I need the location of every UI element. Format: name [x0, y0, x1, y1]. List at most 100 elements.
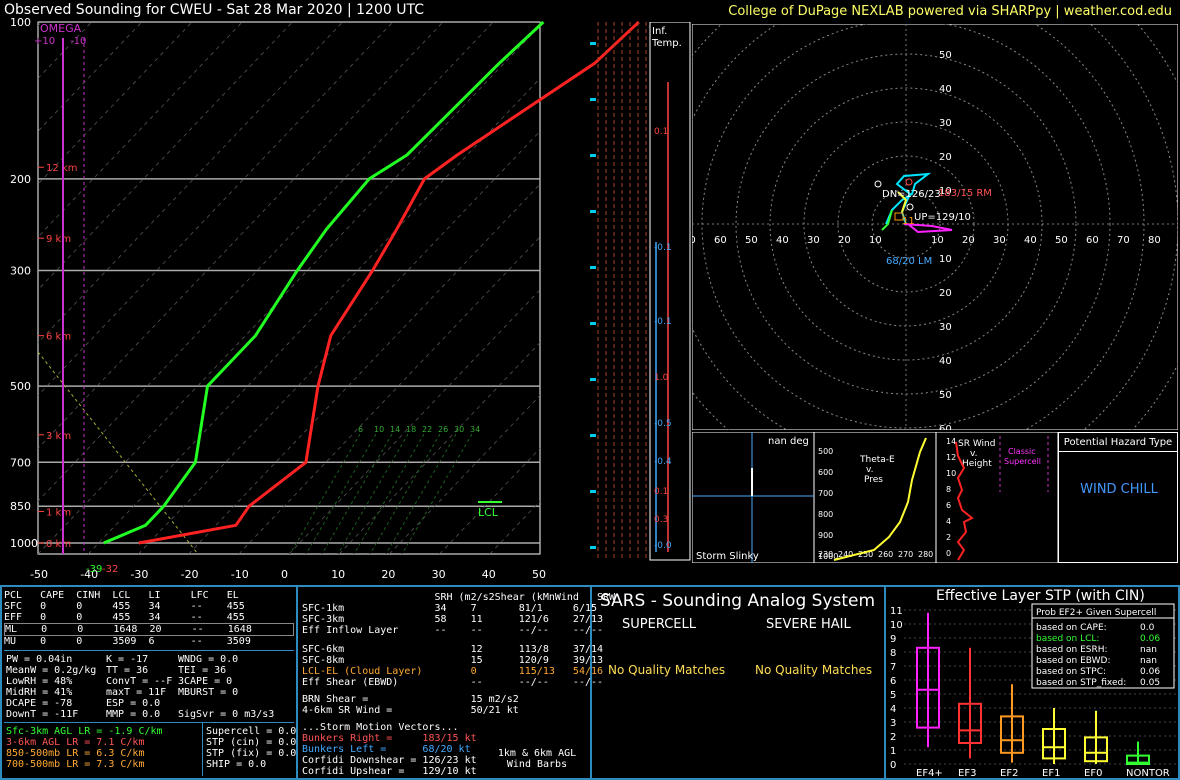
- hodo-axis-label: 10: [869, 235, 882, 246]
- prob-row-value: 0.06: [1140, 634, 1160, 644]
- thermo-value: K = -17: [106, 654, 149, 665]
- sr-h-tick: 14: [946, 437, 956, 446]
- parcel-header: PCL CAPE CINH LCL LI LFC EL: [4, 590, 257, 601]
- pressure-tick: 100: [10, 18, 31, 29]
- pressure-tick: 200: [10, 173, 31, 186]
- height-label: 6 km: [46, 332, 71, 343]
- hodograph: 1010202030304040505060607060504030201010…: [692, 24, 1178, 430]
- sars-hail: SEVERE HAIL: [766, 617, 851, 632]
- hazard-title: Potential Hazard Type: [1059, 433, 1177, 452]
- height-label: 0 km: [46, 539, 71, 550]
- theta-t-tick: 270: [898, 550, 913, 559]
- kin-row: SFC-6km 12 113/8 37/14: [302, 644, 604, 655]
- prob-row-value: 0.06: [1140, 667, 1160, 677]
- thermo-right: WNDG = 0.0 TEI = 36 3CAPE = 0 MBURST = 0 Si…: [178, 654, 274, 720]
- isotherm: [38, 22, 293, 291]
- thermo-value: ESP = 0.0: [106, 698, 161, 709]
- prob-row-label: based on EBWD:: [1036, 656, 1111, 666]
- hodo-axis-label: 20: [962, 235, 975, 246]
- sr-wind-title-2: v.: [970, 449, 978, 459]
- thermo-value: LowRH = 48%: [6, 676, 73, 687]
- inf-temp-value: 0.1: [654, 487, 668, 497]
- sr-h-tick: 2: [946, 533, 951, 542]
- index-value: STP (cin) = 0.0: [206, 737, 297, 748]
- prob-row-label: based on CAPE:: [1036, 623, 1107, 633]
- thermo-value: [178, 698, 274, 709]
- prob-row-value: nan: [1140, 656, 1157, 666]
- wind-barb-marker: [590, 42, 596, 45]
- pressure-tick: 500: [10, 380, 31, 393]
- kin-row: Eff Inflow Layer -- -- --/-- --/--: [302, 625, 604, 636]
- prob-row-label: based on ESRH:: [1036, 645, 1108, 655]
- omega-plus: +10: [34, 36, 55, 47]
- pressure-tick: 1000: [10, 537, 38, 550]
- sr-wind-4-6: 4-6km SR Wind = 50/21 kt: [302, 705, 519, 716]
- hodo-dn-label: DN=126/23: [882, 189, 941, 200]
- inf-temp-value: -0.4: [654, 457, 672, 467]
- temp-tick: 50: [532, 568, 546, 581]
- stp-ytick: 1: [890, 746, 896, 757]
- hodo-axis-label: 10: [931, 235, 944, 246]
- height-label: 9 km: [46, 234, 71, 245]
- omega-minus: -10: [70, 36, 86, 47]
- thermo-value: DownT = -11F: [6, 709, 79, 720]
- mixing-ratio-line: [289, 433, 361, 554]
- kin-row: Eff Shear (EBWD) -- --/-- --/--: [302, 677, 604, 688]
- slinky-title: nan deg: [768, 436, 809, 447]
- inf-temp-panel: Inf. Temp. 0.1 -0.1 -0.1 1.0 -0.5 -0.4 0.1 0.3 -…: [590, 22, 691, 561]
- sr-h-tick: 6: [946, 501, 951, 510]
- theta-e-title-1: Theta-E: [859, 455, 895, 465]
- parcel-row-ml[interactable]: ML 0 0 1648 20 -- 1648: [4, 623, 294, 636]
- lapse-rate: 700-500mb LR = 7.3 C/km: [6, 759, 145, 770]
- hodo-up-label: UP=129/10: [914, 212, 971, 223]
- mixing-ratio-line: [337, 433, 409, 554]
- lcl-label: LCL: [478, 506, 499, 519]
- inf-temp-value: -0.1: [654, 243, 672, 253]
- hodo-misc-label: 11: [902, 216, 915, 227]
- hodo-axis-label: 30: [993, 235, 1006, 246]
- sr-h-tick: 10: [946, 469, 956, 478]
- stp-ytick: 8: [890, 648, 896, 659]
- storm-slinky: nan deg Storm Slinky: [692, 432, 814, 563]
- kin-row: SFC-8km 15 120/9 39/13: [302, 655, 604, 666]
- wind-barb-marker: [590, 266, 596, 269]
- mixing-ratio-label: 10: [374, 425, 384, 434]
- hodo-ring-label: 40: [939, 84, 952, 95]
- parcel-row-mu[interactable]: MU 0 0 3509 6 -- 3509: [4, 636, 294, 647]
- parcel-row-eff[interactable]: EFF 0 0 455 34 -- 455: [4, 612, 294, 623]
- hodo-ring-label: 40: [939, 356, 952, 367]
- theta-t-tick: 280: [918, 550, 933, 559]
- theta-e-title-3: Pres: [864, 475, 883, 485]
- theta-p-tick: 900: [818, 531, 833, 540]
- lapse-rate: 3-6km AGL LR = 7.1 C/km: [6, 737, 145, 748]
- isotherm: [87, 77, 540, 554]
- sars-hail-result: No Quality Matches: [755, 663, 873, 677]
- storm-vector: Bunkers Right = 183/15 kt: [302, 733, 477, 744]
- hodo-ring-label: 20: [939, 288, 952, 299]
- theta-p-tick: 700: [818, 489, 833, 498]
- sr-wind-title-3: Height: [962, 459, 992, 469]
- prob-row-label: based on STPC:: [1036, 667, 1106, 677]
- hodo-axis-label: 40: [776, 235, 789, 246]
- storm-title: ...Storm Motion Vectors...: [302, 722, 459, 733]
- parcel-table: PCL CAPE CINH LCL LI LFC EL SFC 0 0 455 …: [4, 590, 294, 647]
- kinematics-table: SRH (m2/s2Shear (kMnWind SRW SFC-1km 34 …: [302, 592, 615, 777]
- pressure-tick: 850: [10, 500, 31, 513]
- sr-wind-title-1: SR Wind: [958, 439, 995, 449]
- mixing-ratio-label: 22: [422, 425, 432, 434]
- hodo-ring-label: 10: [939, 254, 952, 265]
- parcel-row-sfc[interactable]: SFC 0 0 455 34 -- 455: [4, 601, 294, 612]
- sr-h-tick: 12: [946, 453, 956, 462]
- mixing-ratio-line: [353, 433, 425, 554]
- temp-tick: -20: [181, 568, 199, 581]
- thermo-mid: K = -17 TT = 36 ConvT = --F maxT = 11F ESP =…: [106, 654, 172, 720]
- temp-tick: 40: [482, 568, 496, 581]
- inf-temp-value: 0.3: [654, 515, 668, 525]
- lapse-rates: Sfc-3km AGL LR = -1.9 C/km 3-6km AGL LR =…: [6, 726, 163, 770]
- temp-tick: 10: [331, 568, 345, 581]
- hodo-lm-label: 68/20 LM: [886, 256, 932, 267]
- stp-ytick: 6: [890, 676, 896, 687]
- prob-row-value: nan: [1140, 645, 1157, 655]
- thermo-value: MeanW = 0.2g/kg: [6, 665, 97, 676]
- thermo-value: ConvT = --F: [106, 676, 173, 687]
